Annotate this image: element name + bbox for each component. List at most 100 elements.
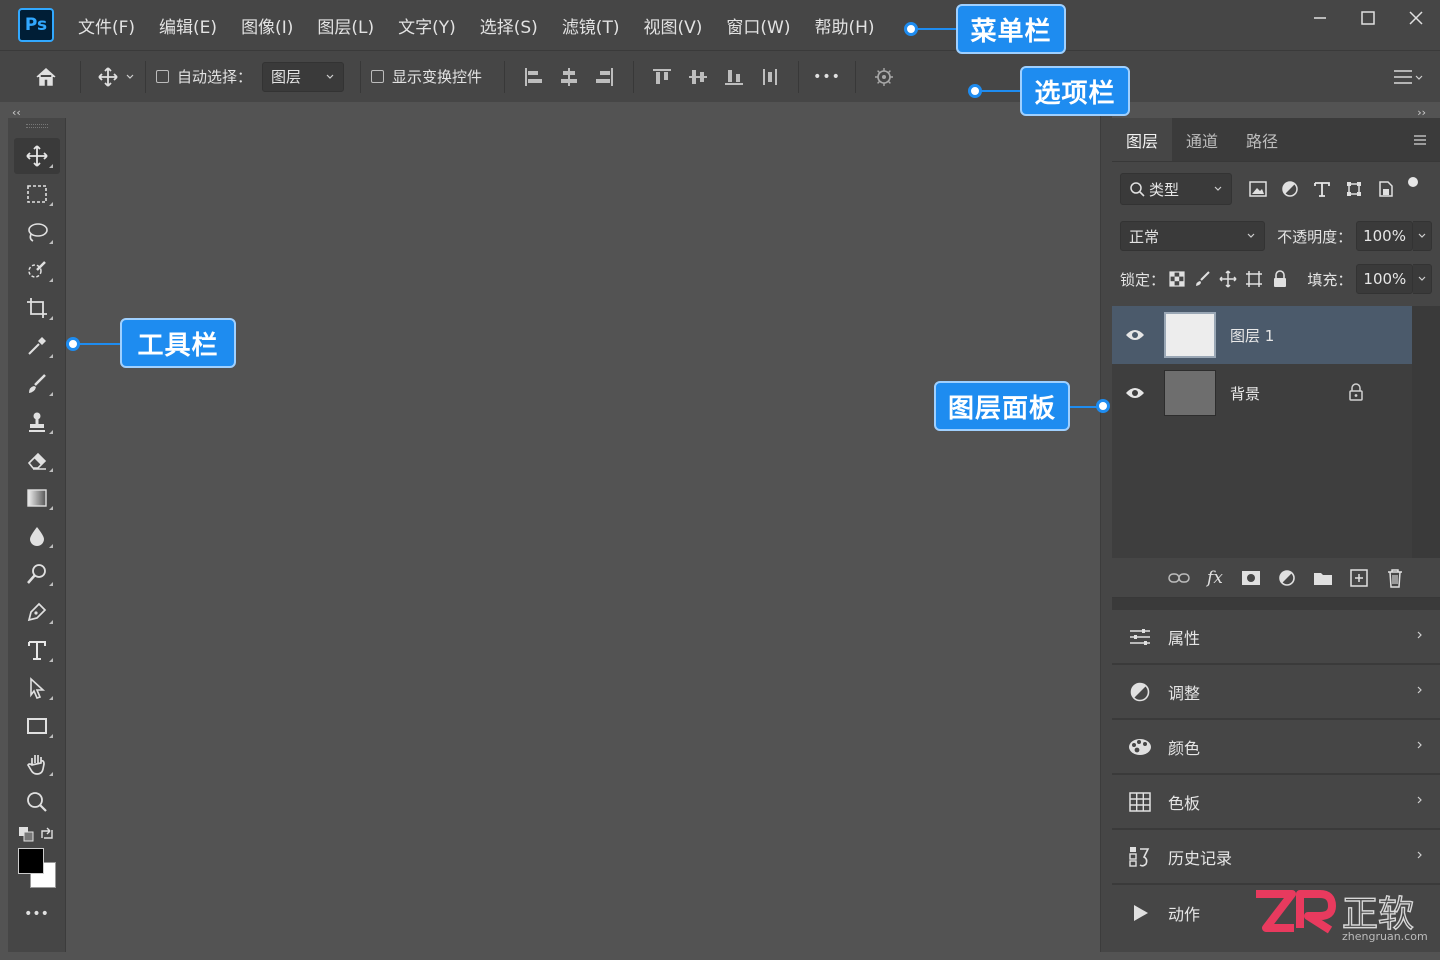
path-selection-tool[interactable] [14,670,60,706]
menu-view[interactable]: 视图(V) [643,13,702,38]
close-button[interactable] [1392,0,1440,36]
artboard-icon [1246,271,1263,287]
edit-toolbar-button[interactable]: ••• [8,906,65,922]
toolbar-grip[interactable] [25,124,48,128]
crop-tool[interactable] [14,290,60,326]
layer-thumbnail [1164,370,1216,416]
lock-artboard-button[interactable] [1241,263,1267,295]
blur-tool[interactable] [14,518,60,554]
pen-tool[interactable] [14,594,60,630]
workspace-button[interactable] [1386,59,1430,95]
color-panel-header[interactable]: 颜色 [1112,720,1440,775]
layer-style-button[interactable]: fx [1202,565,1228,591]
swatches-panel-header[interactable]: 色板 [1112,775,1440,830]
move-tool-preset[interactable] [91,59,127,95]
layer-visibility-toggle[interactable] [1112,386,1158,400]
brush-tool[interactable] [14,366,60,402]
quick-selection-tool[interactable] [14,252,60,288]
rectangle-tool[interactable] [14,708,60,744]
move-tool[interactable] [13,138,60,174]
adjustments-panel-header[interactable]: 调整 [1112,665,1440,720]
type-tool[interactable] [14,632,60,668]
fill-input[interactable]: 100% [1356,264,1414,294]
3d-mode-button[interactable] [866,59,902,95]
align-left-button[interactable] [515,59,551,95]
tab-layers[interactable]: 图层 [1112,118,1173,161]
filter-pixel-button[interactable] [1242,173,1274,205]
default-colors-icon[interactable] [18,826,34,842]
dodge-tool[interactable] [14,556,60,592]
chevron-down-icon [1247,233,1255,238]
hand-tool[interactable] [14,746,60,782]
eyedropper-tool[interactable] [14,328,60,364]
panel-menu-button[interactable] [1400,118,1440,161]
menu-window[interactable]: 窗口(W) [726,13,790,38]
filter-shape-button[interactable] [1338,173,1370,205]
layers-scrollbar[interactable] [1412,306,1440,558]
auto-select-dropdown[interactable]: 图层 [262,61,345,92]
zoom-tool[interactable] [14,784,60,820]
lock-pixels-button[interactable] [1189,263,1215,295]
blend-mode-dropdown[interactable]: 正常 [1120,221,1266,251]
more-options-button[interactable]: ••• [809,59,845,95]
panel-collapse-strip[interactable]: ›› [1112,102,1440,119]
layer-row[interactable]: 背景 [1112,364,1412,422]
lock-all-button[interactable] [1267,263,1293,295]
opacity-dropdown-button[interactable] [1412,221,1432,251]
align-bottom-button[interactable] [716,59,752,95]
add-mask-button[interactable] [1238,565,1264,591]
marquee-tool[interactable] [14,176,60,212]
eraser-tool[interactable] [14,442,60,478]
maximize-button[interactable] [1344,0,1392,36]
auto-select-value: 图层 [271,68,302,86]
layer-row[interactable]: 图层 1 [1112,306,1412,364]
filter-type-button[interactable] [1306,173,1338,205]
align-hcenter-button[interactable] [551,59,587,95]
lock-transparent-button[interactable] [1165,263,1189,295]
properties-panel-header[interactable]: 属性 [1112,610,1440,665]
panel-splitter[interactable] [1100,102,1112,952]
align-top-button[interactable] [644,59,680,95]
foreground-color-swatch[interactable] [17,848,44,874]
opacity-input[interactable]: 100% [1356,221,1413,251]
menu-image[interactable]: 图像(I) [241,13,293,38]
tab-channels[interactable]: 通道 [1172,118,1232,161]
menu-select[interactable]: 选择(S) [480,13,538,38]
layers-panel-tabs: 图层 通道 路径 [1112,118,1440,162]
filter-smart-object-button[interactable] [1370,173,1402,205]
menu-filter[interactable]: 滤镜(T) [562,13,620,38]
clone-stamp-tool[interactable] [14,404,60,440]
delete-layer-button[interactable] [1382,565,1408,591]
menu-help[interactable]: 帮助(H) [814,13,874,38]
lock-position-button[interactable] [1215,263,1241,295]
layer-filter-dropdown[interactable]: 类型 [1120,173,1232,205]
home-button[interactable] [28,59,64,95]
layer-visibility-toggle[interactable] [1112,328,1158,342]
minimize-button[interactable] [1296,0,1344,36]
menu-edit[interactable]: 编辑(E) [159,13,217,38]
align-right-button[interactable] [587,59,623,95]
fill-dropdown-button[interactable] [1413,264,1432,294]
new-adjustment-button[interactable] [1274,565,1300,591]
link-layers-button[interactable] [1166,565,1192,591]
filter-adjustment-button[interactable] [1274,173,1306,205]
lasso-tool[interactable] [14,214,60,250]
distribute-button[interactable] [752,59,788,95]
menu-file[interactable]: 文件(F) [78,13,135,38]
menu-layer[interactable]: 图层(L) [317,13,374,38]
menu-type[interactable]: 文字(Y) [398,13,456,38]
align-vcenter-button[interactable] [680,59,716,95]
document-canvas-area[interactable] [68,102,1100,952]
new-group-button[interactable] [1310,565,1336,591]
filter-toggle-switch[interactable] [1408,177,1418,187]
swap-colors-icon[interactable] [39,826,55,842]
show-transform-checkbox[interactable] [371,70,385,83]
new-layer-button[interactable] [1346,565,1372,591]
auto-select-checkbox[interactable] [156,70,169,83]
history-panel-header[interactable]: 历史记录 [1112,830,1440,885]
tab-paths[interactable]: 路径 [1232,118,1292,161]
gradient-tool[interactable] [14,480,60,516]
chevron-down-icon[interactable] [125,72,135,82]
layers-list: 图层 1 背景 [1112,306,1440,558]
toolbar-collapse-strip[interactable]: ‹‹ [8,102,66,119]
